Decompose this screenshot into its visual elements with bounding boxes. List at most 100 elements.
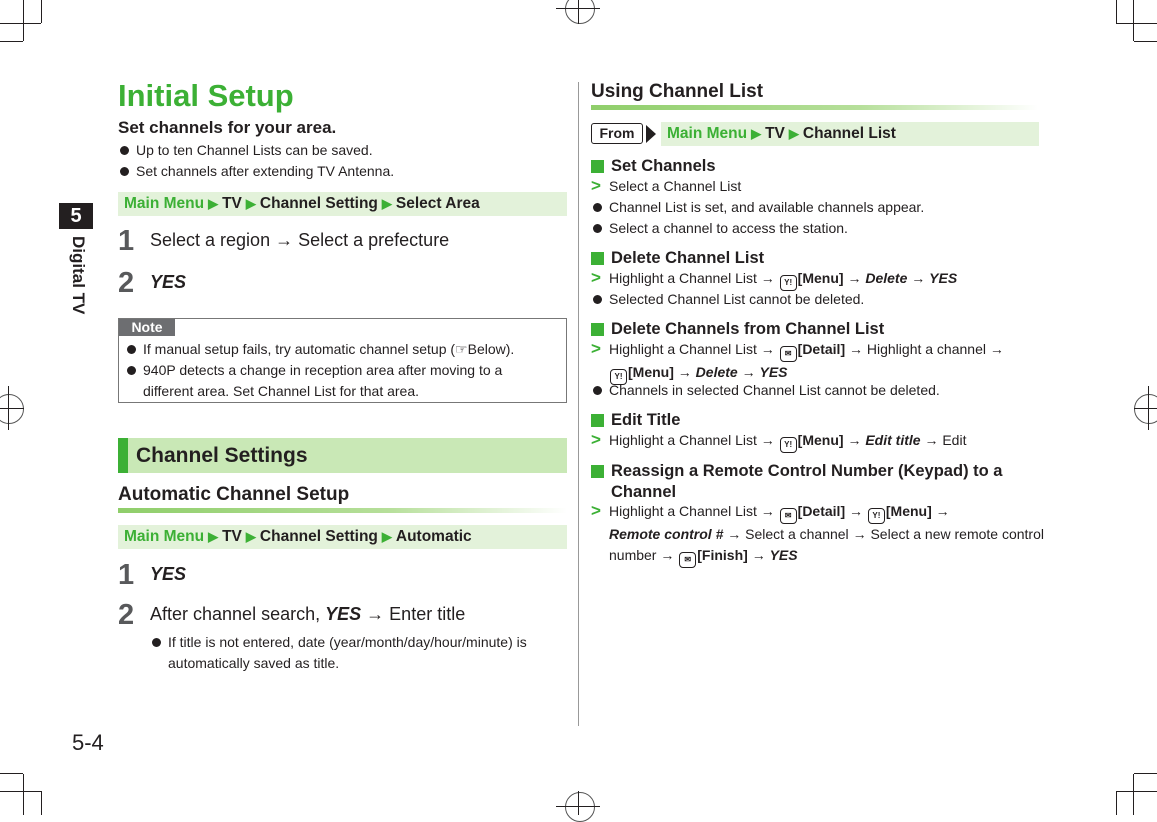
section-header-channel-settings: Channel Settings xyxy=(118,438,567,473)
procedure-arrow-icon: > xyxy=(591,268,601,287)
step-text: After channel search, xyxy=(150,604,326,624)
arrow-icon: → xyxy=(751,547,766,563)
reference-link[interactable]: Below). xyxy=(468,341,515,357)
procedure-arrow-icon: > xyxy=(591,176,601,195)
breadcrumb-channel-list: Main Menu ▶ TV ▶ Channel List xyxy=(661,122,1039,146)
heading-rule xyxy=(118,508,567,513)
step-2: 2 After channel search, YES → Enter titl… xyxy=(118,600,548,674)
arrow-icon: → xyxy=(847,432,862,448)
breadcrumb-arrow-icon: ▶ xyxy=(208,196,219,211)
mail-key-icon: ✉ xyxy=(779,508,797,524)
column-divider xyxy=(578,82,579,726)
procedure-arrow-icon: > xyxy=(591,339,601,358)
breadcrumb-item: Channel Setting xyxy=(259,195,378,212)
step-text: Enter title xyxy=(389,604,466,624)
bullet-item: Channel List is set, and available chann… xyxy=(591,197,924,218)
from-arrow-icon xyxy=(646,125,656,143)
breadcrumb-arrow-icon: ▶ xyxy=(381,196,392,211)
arrow-icon: → xyxy=(924,432,939,448)
breadcrumb-item: TV xyxy=(222,528,242,545)
breadcrumb-main-menu: Main Menu xyxy=(124,528,205,545)
note-item: If manual setup fails, try automatic cha… xyxy=(125,339,555,360)
from-label: From xyxy=(591,123,643,144)
step-text: YES xyxy=(150,564,187,584)
arrow-icon: → xyxy=(741,364,756,380)
step-2: 2 YES xyxy=(118,268,186,298)
step-text: Select a region xyxy=(150,230,271,250)
arrow-icon: → xyxy=(852,526,867,542)
bullet-item: Select a channel to access the station. xyxy=(591,218,924,239)
breadcrumb-item: Automatic xyxy=(395,528,472,545)
step-number: 1 xyxy=(118,225,135,257)
arrow-icon: → xyxy=(760,270,775,286)
page-number: 5-4 xyxy=(72,730,104,755)
intro-bullets: Up to ten Channel Lists can be saved. Se… xyxy=(118,140,394,182)
procedure: > Highlight a Channel List → ✉ [Detail] → … xyxy=(591,501,1054,568)
heading-automatic-channel-setup: Automatic Channel Setup xyxy=(118,484,350,505)
section-reassign-remote: Reassign a Remote Control Number (Keypad… xyxy=(591,461,1002,503)
step-number: 2 xyxy=(118,599,135,631)
breadcrumb-automatic: Main Menu ▶ TV ▶ Channel Setting ▶ Automatic xyxy=(118,525,567,549)
breadcrumb-item: Channel List xyxy=(802,125,896,142)
heading-using-channel-list: Using Channel List xyxy=(591,81,764,102)
procedure: > Highlight a Channel List → Y! [Menu] → D… xyxy=(591,268,957,291)
breadcrumb-arrow-icon: ▶ xyxy=(245,196,256,211)
heading-rule xyxy=(591,105,1038,110)
yahoo-key-icon: Y! xyxy=(779,437,797,453)
breadcrumb-arrow-icon: ▶ xyxy=(751,126,762,141)
mail-key-icon: ✉ xyxy=(779,346,797,362)
arrow-icon: → xyxy=(275,230,294,250)
arrow-icon: → xyxy=(760,432,775,448)
chapter-number: 5 xyxy=(59,203,93,229)
arrow-icon: → xyxy=(847,270,862,286)
mail-key-icon: ✉ xyxy=(679,552,697,568)
sub-bullet: If title is not entered, date (year/mont… xyxy=(150,632,548,674)
arrow-icon: → xyxy=(677,364,692,380)
breadcrumb-arrow-icon: ▶ xyxy=(788,126,799,141)
breadcrumb-arrow-icon: ▶ xyxy=(381,529,392,544)
section-edit-title: Edit Title xyxy=(591,410,680,431)
breadcrumb-item: TV xyxy=(222,195,242,212)
step-number: 2 xyxy=(118,267,135,299)
procedure: > Select a Channel List xyxy=(591,176,742,195)
arrow-icon: → xyxy=(989,341,1004,357)
step-text: YES xyxy=(150,272,187,292)
breadcrumb-arrow-icon: ▶ xyxy=(208,529,219,544)
procedure-arrow-icon: > xyxy=(591,430,601,449)
section-delete-channels: Delete Channels from Channel List xyxy=(591,319,884,340)
breadcrumb-arrow-icon: ▶ xyxy=(245,529,256,544)
arrow-icon: → xyxy=(849,503,863,519)
arrow-icon: → xyxy=(760,503,775,519)
bullet-item: Channels in selected Channel List cannot… xyxy=(591,380,940,401)
breadcrumb-select-area: Main Menu ▶ TV ▶ Channel Setting ▶ Select Area xyxy=(118,192,567,216)
note-item: 940P detects a change in reception area … xyxy=(125,360,555,402)
bullet-item: Selected Channel List cannot be deleted. xyxy=(591,289,864,310)
section-delete-channel-list: Delete Channel List xyxy=(591,248,764,269)
breadcrumb-item: TV xyxy=(765,125,785,142)
arrow-icon: → xyxy=(727,526,742,542)
step-number: 1 xyxy=(118,559,135,591)
note-box: Note If manual setup fails, try automati… xyxy=(118,318,567,403)
note-tag: Note xyxy=(119,319,175,336)
chapter-label: Digital TV xyxy=(69,236,88,315)
procedure-arrow-icon: > xyxy=(591,501,601,520)
bullet-item: Up to ten Channel Lists can be saved. xyxy=(118,140,394,161)
arrow-icon: → xyxy=(660,547,675,563)
procedure: > Highlight a Channel List → ✉ [Detail] → … xyxy=(591,339,1029,385)
step-1: 1 YES xyxy=(118,560,186,590)
arrow-icon: → xyxy=(760,341,775,357)
page-title: Initial Setup xyxy=(118,78,294,113)
procedure: > Highlight a Channel List → Y! [Menu] → E… xyxy=(591,430,966,453)
reference-hand-icon: ☞ xyxy=(455,341,468,357)
section-set-channels: Set Channels xyxy=(591,156,716,177)
subtitle: Set channels for your area. xyxy=(118,118,337,137)
step-text: Select a prefecture xyxy=(298,230,450,250)
breadcrumb-item: Select Area xyxy=(395,195,480,212)
arrow-icon: → xyxy=(849,341,863,357)
step-1: 1 Select a region → Select a prefecture xyxy=(118,226,449,256)
breadcrumb-main-menu: Main Menu xyxy=(667,125,748,142)
bullet-item: Set channels after extending TV Antenna. xyxy=(118,161,394,182)
yahoo-key-icon: Y! xyxy=(867,508,885,524)
breadcrumb-item: Channel Setting xyxy=(259,528,378,545)
arrow-icon: → xyxy=(911,270,926,286)
